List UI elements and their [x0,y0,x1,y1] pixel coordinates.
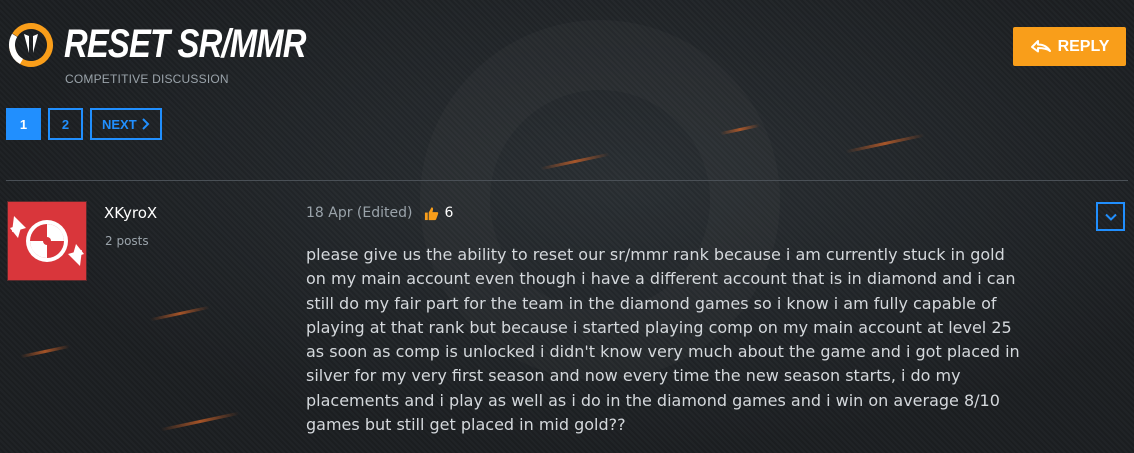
pagination: 1 2 NEXT [6,108,162,140]
reply-label: REPLY [1057,37,1110,55]
overwatch-logo-icon [8,22,53,67]
post-author[interactable]: XKyroX [104,204,157,222]
like-counter[interactable]: 6 [424,205,453,221]
thread-category: COMPETITIVE DISCUSSION [65,72,229,86]
author-post-count: 2 posts [105,234,149,248]
thread-header: RESET SR/MMR COMPETITIVE DISCUSSION REPL… [0,0,1134,100]
page-button-1[interactable]: 1 [6,108,41,140]
page-button-2[interactable]: 2 [48,108,83,140]
next-label: NEXT [102,116,137,132]
thumbs-up-icon [425,206,439,220]
background-spark [20,344,70,359]
background-spark [845,133,925,154]
chevron-down-icon [1104,213,1117,221]
divider [6,180,1128,181]
background-spark [160,411,240,432]
like-count: 6 [444,205,454,221]
post-menu-button[interactable] [1096,202,1125,231]
post-body: please give us the ability to reset our … [306,245,1020,435]
reply-arrow-icon [1030,39,1051,52]
avatar[interactable] [7,201,87,281]
post-meta: 18 Apr (Edited) 6 [306,205,453,221]
chevron-right-icon [141,118,150,130]
page-title: RESET SR/MMR [64,22,306,66]
candy-icon [10,216,84,266]
reply-button[interactable]: REPLY [1013,27,1126,66]
post-date: 18 Apr (Edited) [306,205,413,221]
background-spark [150,305,210,322]
next-page-button[interactable]: NEXT [90,108,162,140]
